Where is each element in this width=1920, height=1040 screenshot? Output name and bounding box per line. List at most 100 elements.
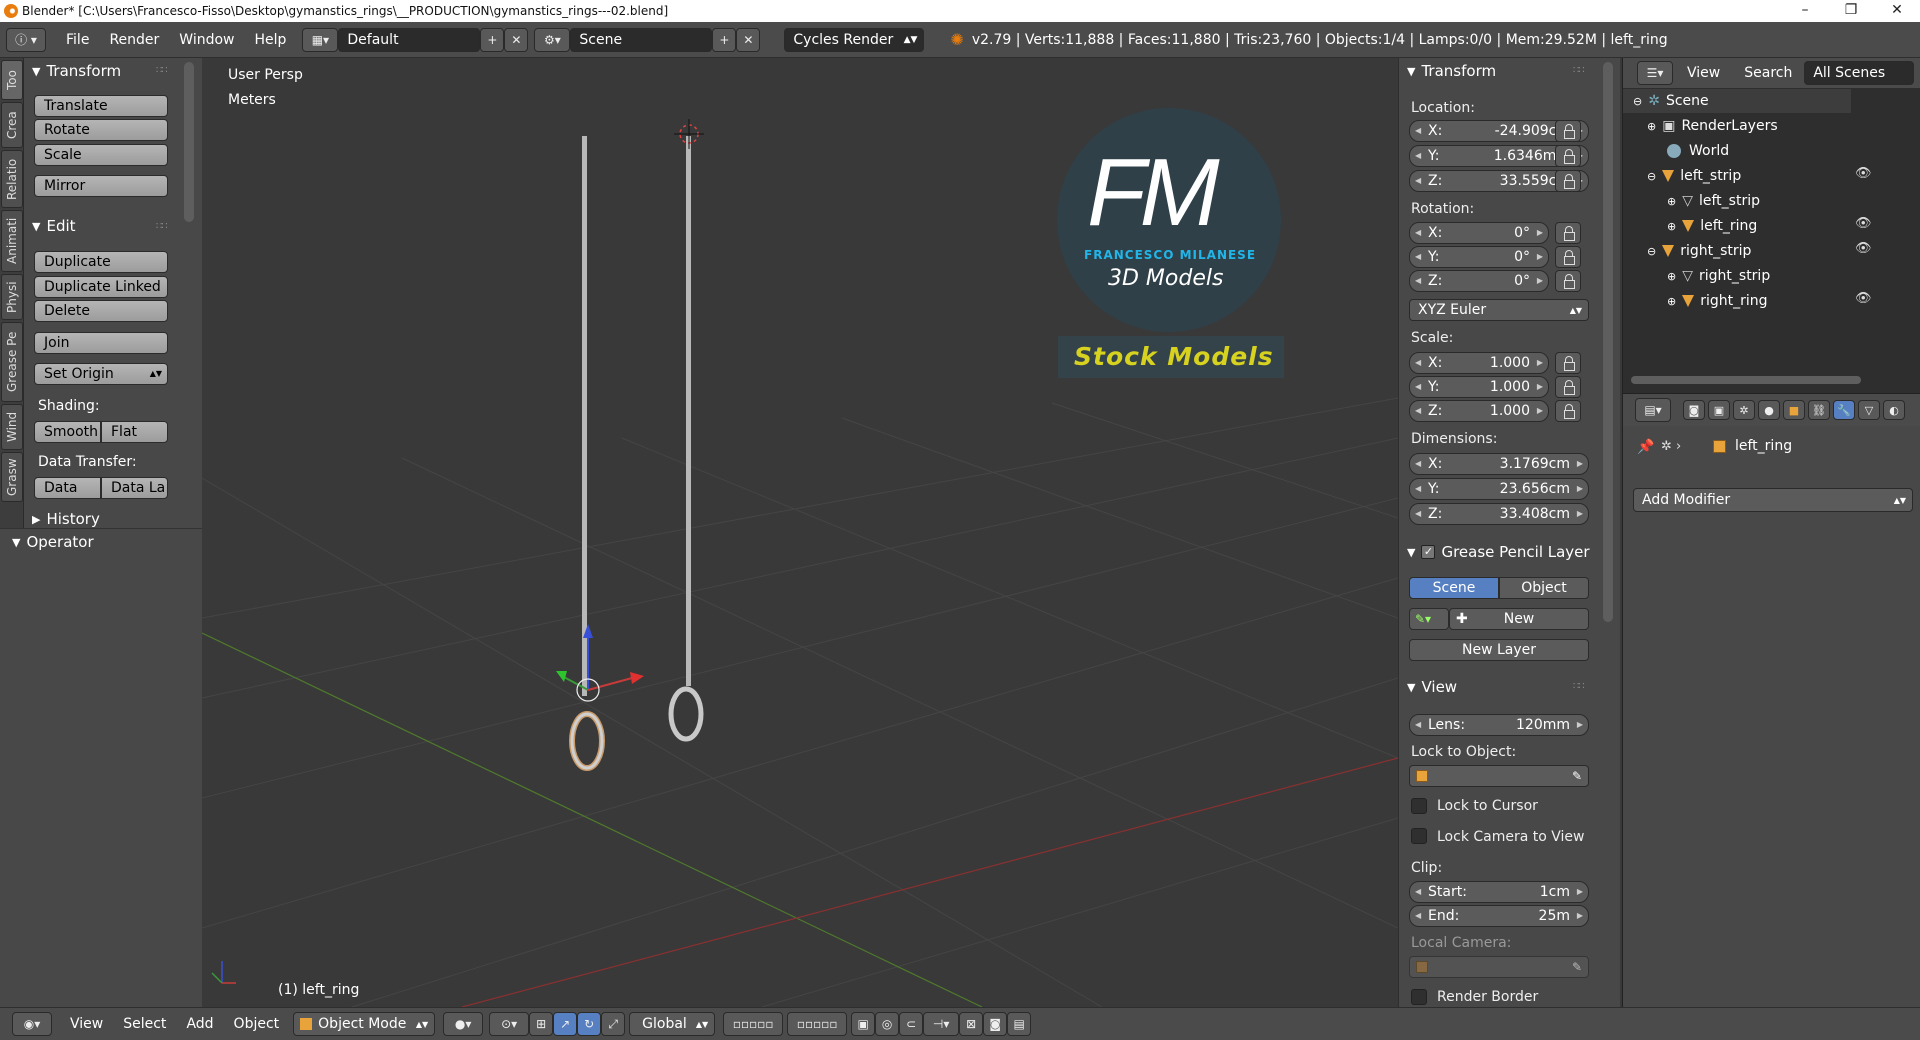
eyedropper-icon[interactable]: ✎ bbox=[1572, 960, 1582, 974]
local-camera-field[interactable]: ✎ bbox=[1409, 956, 1589, 978]
increment-arrow-icon[interactable]: ▶ bbox=[1537, 228, 1543, 237]
render-animation-icon[interactable]: ▤ bbox=[1007, 1012, 1032, 1036]
decrement-arrow-icon[interactable]: ◀ bbox=[1415, 252, 1421, 261]
menu-add[interactable]: Add bbox=[176, 1016, 223, 1032]
tab-create[interactable]: Crea bbox=[1, 102, 23, 148]
menu-help[interactable]: Help bbox=[244, 32, 296, 48]
pivot-point-icon[interactable]: ⊙▾ bbox=[489, 1012, 530, 1036]
rotation-y-field[interactable]: ◀ Y: 0° ▶ bbox=[1409, 246, 1549, 268]
properties-editor-icon[interactable]: ▤▾ bbox=[1635, 398, 1671, 422]
data-tab-icon[interactable]: ▽ bbox=[1858, 400, 1880, 420]
scene-tab-icon[interactable]: ✲ bbox=[1733, 400, 1755, 420]
increment-arrow-icon[interactable]: ▶ bbox=[1577, 509, 1583, 518]
lens-field[interactable]: ◀ Lens: 120mm ▶ bbox=[1409, 714, 1589, 736]
grease-pencil-header[interactable]: ▼ ✓ Grease Pencil Layer bbox=[1399, 539, 1590, 565]
delete-screen-icon[interactable]: ✕ bbox=[504, 27, 529, 52]
scene-field[interactable]: Scene bbox=[570, 27, 713, 52]
data-button[interactable]: Data bbox=[34, 477, 101, 499]
collapse-icon[interactable]: ⊖ bbox=[1647, 245, 1656, 258]
decrement-arrow-icon[interactable]: ◀ bbox=[1415, 126, 1421, 135]
tab-relations[interactable]: Relatio bbox=[1, 150, 23, 208]
scale-manipulator-icon[interactable]: ⤢ bbox=[601, 1012, 626, 1036]
rotation-z-field[interactable]: ◀ Z: 0° ▶ bbox=[1409, 270, 1549, 292]
decrement-arrow-icon[interactable]: ◀ bbox=[1415, 484, 1421, 493]
panel-grip-icon[interactable]: ∷∷ bbox=[156, 65, 168, 76]
material-tab-icon[interactable]: ◐ bbox=[1883, 400, 1905, 420]
operator-panel-header[interactable]: ▼ Operator bbox=[0, 529, 202, 555]
close-button[interactable]: ✕ bbox=[1874, 0, 1920, 22]
render-image-icon[interactable]: ◙ bbox=[983, 1012, 1008, 1036]
scale-z-field[interactable]: ◀ Z: 1.000 ▶ bbox=[1409, 400, 1549, 422]
n-transform-header[interactable]: ▼ Transform bbox=[1399, 58, 1496, 84]
collapse-icon[interactable]: ⊖ bbox=[1633, 95, 1642, 108]
increment-arrow-icon[interactable]: ▶ bbox=[1537, 406, 1543, 415]
outliner-item-left-strip[interactable]: ⊖ left_strip bbox=[1647, 164, 1741, 188]
snap-element-icon[interactable]: ⊣▾ bbox=[923, 1012, 960, 1036]
render-engine-dropdown[interactable]: Cycles Render ▲▼ bbox=[784, 27, 925, 52]
scale-y-field[interactable]: ◀ Y: 1.000 ▶ bbox=[1409, 376, 1549, 398]
right-ring-mesh[interactable] bbox=[668, 686, 704, 742]
render-border-checkbox[interactable] bbox=[1411, 989, 1427, 1005]
transform-panel-header[interactable]: ▼ Transform bbox=[24, 58, 121, 84]
increment-arrow-icon[interactable]: ▶ bbox=[1537, 252, 1543, 261]
minimize-button[interactable]: – bbox=[1782, 0, 1828, 22]
outliner-hscrollbar[interactable] bbox=[1631, 376, 1861, 384]
increment-arrow-icon[interactable]: ▶ bbox=[1577, 887, 1583, 896]
n-panel-scrollbar[interactable] bbox=[1603, 62, 1613, 622]
visibility-eye-icon[interactable]: 👁 bbox=[1855, 241, 1872, 256]
dimensions-x-field[interactable]: ◀ X: 3.1769cm ▶ bbox=[1409, 453, 1589, 475]
grease-object-button[interactable]: Object bbox=[1499, 577, 1589, 599]
decrement-arrow-icon[interactable]: ◀ bbox=[1415, 720, 1421, 729]
expand-icon[interactable]: ⊕ bbox=[1647, 120, 1656, 133]
menu-render[interactable]: Render bbox=[99, 32, 169, 48]
decrement-arrow-icon[interactable]: ◀ bbox=[1415, 509, 1421, 518]
panel-grip-icon[interactable]: ∷∷ bbox=[1573, 681, 1585, 692]
eyedropper-icon[interactable]: ✎ bbox=[1572, 769, 1582, 783]
join-button[interactable]: Join bbox=[34, 332, 168, 354]
outliner-item-scene[interactable]: ⊖ ✲ Scene bbox=[1623, 89, 1851, 113]
history-panel-header[interactable]: ▶ History bbox=[24, 510, 100, 528]
add-screen-icon[interactable]: + bbox=[480, 27, 505, 52]
expand-icon[interactable]: ⊕ bbox=[1667, 295, 1676, 308]
outliner-item-right-strip-mesh[interactable]: ⊕ ▽ right_strip bbox=[1667, 264, 1770, 288]
increment-arrow-icon[interactable]: ▶ bbox=[1577, 459, 1583, 468]
panel-grip-icon[interactable]: ∷∷ bbox=[156, 221, 168, 232]
increment-arrow-icon[interactable]: ▶ bbox=[1537, 358, 1543, 367]
flat-button[interactable]: Flat bbox=[101, 421, 168, 443]
editor-type-info-icon[interactable]: ⓘ ▾ bbox=[6, 27, 46, 52]
tab-grasw[interactable]: Grasw bbox=[1, 452, 23, 502]
expand-icon[interactable]: ⊕ bbox=[1667, 195, 1676, 208]
scale-button[interactable]: Scale bbox=[34, 144, 168, 166]
clip-end-field[interactable]: ◀ End: 25m ▶ bbox=[1409, 905, 1589, 927]
menu-window[interactable]: Window bbox=[169, 32, 244, 48]
screen-layout-field[interactable]: Default bbox=[338, 27, 481, 52]
decrement-arrow-icon[interactable]: ◀ bbox=[1415, 459, 1421, 468]
grease-new-button[interactable]: ✚ New bbox=[1449, 608, 1589, 630]
tab-wind[interactable]: Wind bbox=[1, 404, 23, 450]
scene-icon[interactable]: ⚙▾ bbox=[534, 27, 571, 52]
decrement-arrow-icon[interactable]: ◀ bbox=[1415, 406, 1421, 415]
outliner-item-renderlayers[interactable]: ⊕ ▣ RenderLayers bbox=[1647, 114, 1778, 138]
add-scene-icon[interactable]: + bbox=[712, 27, 737, 52]
snap-target-icon[interactable]: ⊠ bbox=[959, 1012, 984, 1036]
3d-viewport[interactable]: User Persp Meters (1) left_ring FM FRANC… bbox=[202, 58, 1398, 1007]
lock-icon[interactable] bbox=[1555, 120, 1581, 142]
outliner-item-left-ring[interactable]: ⊕ left_ring bbox=[1667, 214, 1757, 238]
lock-object-field[interactable]: ✎ bbox=[1409, 765, 1589, 787]
lock-icon[interactable] bbox=[1555, 352, 1581, 374]
visibility-eye-icon[interactable]: 👁 bbox=[1855, 216, 1872, 231]
lock-icon[interactable] bbox=[1555, 222, 1581, 244]
outliner-item-right-strip[interactable]: ⊖ right_strip bbox=[1647, 239, 1751, 263]
increment-arrow-icon[interactable]: ▶ bbox=[1577, 720, 1583, 729]
pin-icon[interactable]: 📌 bbox=[1637, 439, 1654, 455]
smooth-button[interactable]: Smooth bbox=[34, 421, 101, 443]
lock-icon[interactable] bbox=[1555, 400, 1581, 422]
outliner-display-mode[interactable]: All Scenes bbox=[1804, 61, 1915, 85]
lock-icon[interactable] bbox=[1555, 170, 1581, 192]
visibility-eye-icon[interactable]: 👁 bbox=[1855, 291, 1872, 306]
rotate-manipulator-icon[interactable]: ↻ bbox=[577, 1012, 602, 1036]
delete-button[interactable]: Delete bbox=[34, 300, 168, 322]
tab-physics[interactable]: Physi bbox=[1, 274, 23, 320]
menu-view[interactable]: View bbox=[60, 1016, 113, 1032]
tab-grease-pencil[interactable]: Grease Pe bbox=[1, 322, 23, 402]
